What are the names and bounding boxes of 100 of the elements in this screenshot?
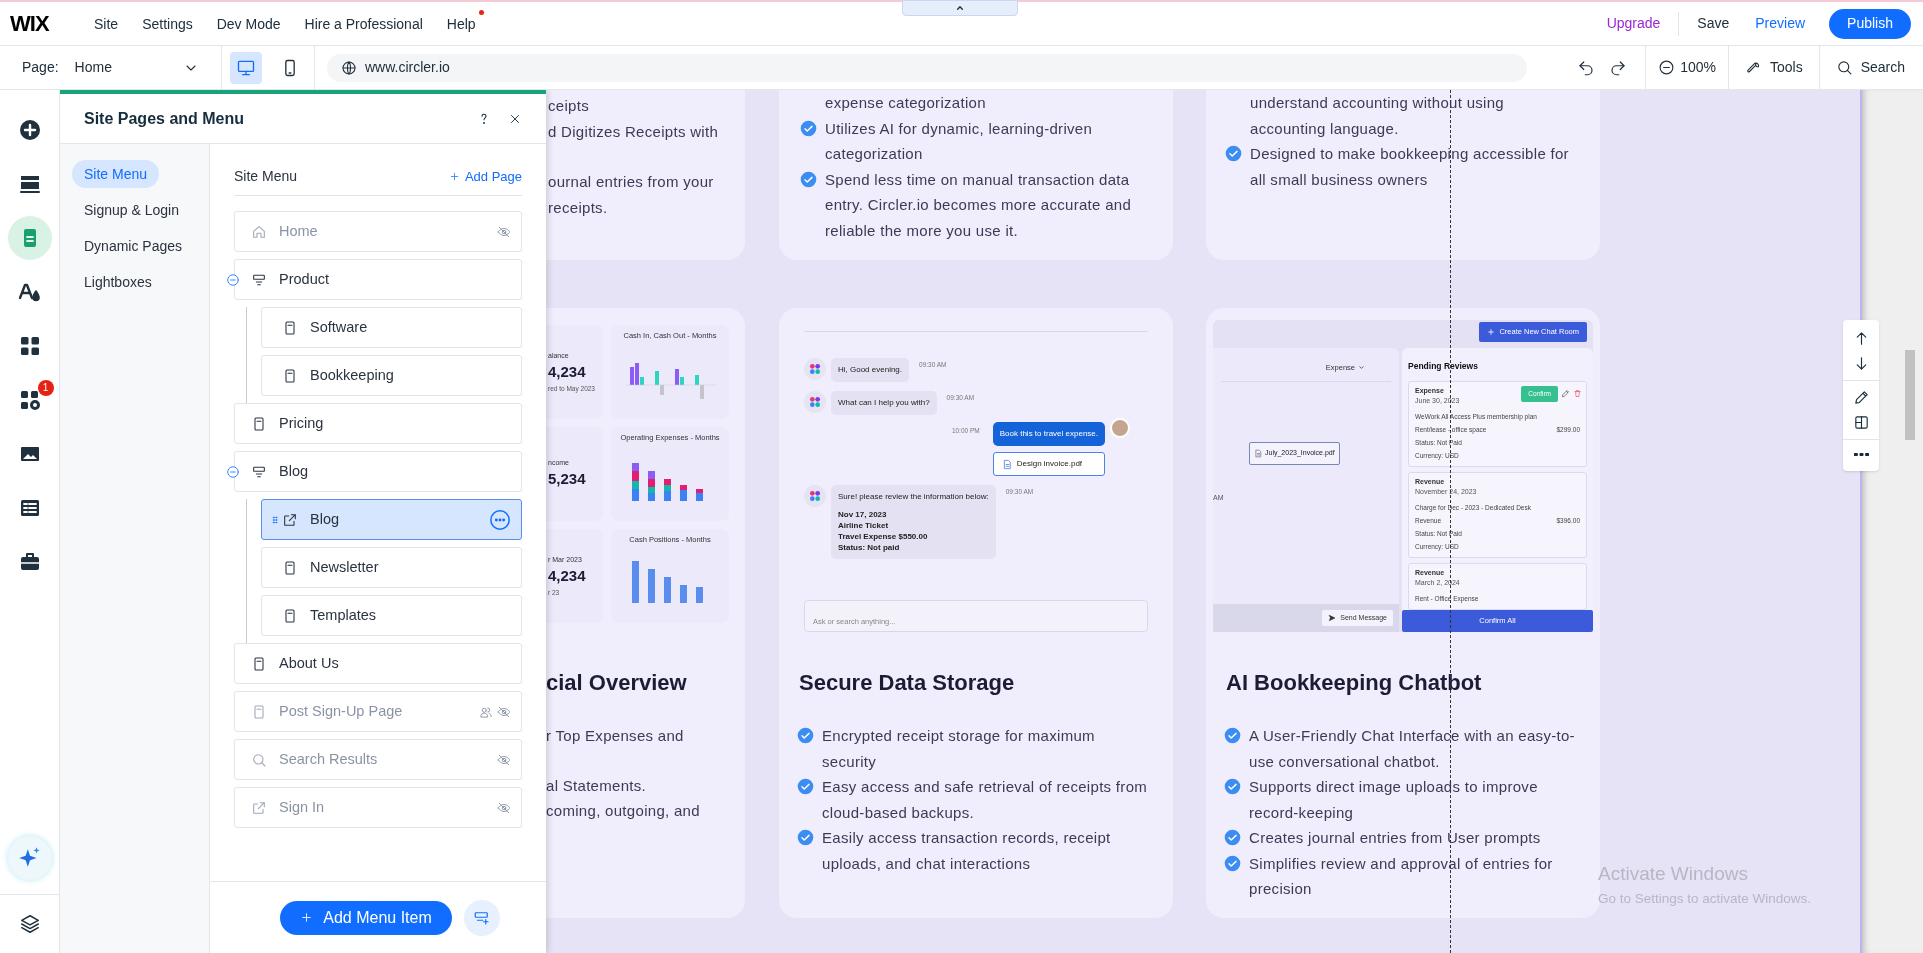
redo-button[interactable] [1609, 58, 1628, 77]
menu-item[interactable]: Help [446, 15, 476, 32]
panel-nav-item[interactable]: Lightboxes [72, 268, 164, 296]
home-icon [251, 223, 267, 240]
page-row[interactable]: Bookkeeping [261, 355, 522, 396]
feature-text: r Top Expenses and [546, 726, 685, 746]
add-page-link[interactable]: Add Page [448, 166, 522, 187]
more-icon[interactable] [489, 508, 511, 531]
feature-text: Creates journal entries from User prompts [1249, 828, 1542, 848]
page-row[interactable]: Blog [261, 499, 522, 540]
stat-value: 4,234 [548, 362, 587, 383]
search-button[interactable]: Search [1819, 46, 1923, 89]
check-icon [1224, 778, 1241, 795]
trash-icon [1573, 389, 1582, 399]
eye-off-icon [497, 752, 511, 767]
page-row[interactable]: About Us [234, 643, 522, 684]
panel-nav-item[interactable]: Signup & Login [72, 196, 191, 224]
check-icon [797, 829, 814, 846]
feature-text: al Statements. [546, 776, 648, 796]
eye-off-icon [497, 800, 511, 815]
zoom-button[interactable]: 100% [1646, 46, 1729, 89]
page-icon [282, 367, 298, 384]
pencil-icon [1852, 389, 1870, 406]
file-icon [1254, 449, 1263, 458]
check-icon [800, 119, 817, 137]
check-icon [797, 727, 814, 744]
feature-text: Spend less time on manual transaction data entry. Circler.io becomes more accurate and reliable the more you use it. [825, 169, 1133, 241]
feature-text: ournal entries from your [548, 172, 715, 192]
page-icon [282, 607, 298, 624]
page-name: Post Sign-Up Page [279, 701, 403, 721]
stat-value: 4,234 [548, 566, 587, 587]
page-row[interactable]: Blog [234, 451, 522, 492]
drag-handle-icon[interactable] [270, 513, 280, 526]
plus-icon [300, 911, 314, 924]
bot-avatar-icon [804, 358, 826, 380]
feature-text: Designed to make bookkeeping accessible for all small business owners [1250, 144, 1570, 190]
collapse-icon[interactable] [226, 273, 240, 287]
publish-button[interactable]: Publish [1829, 8, 1911, 39]
page-name: Blog [310, 509, 340, 529]
add-menu-button[interactable] [463, 899, 500, 936]
page-row[interactable]: Templates [261, 595, 522, 636]
page-icon [251, 703, 267, 720]
page-row[interactable]: Software [261, 307, 522, 348]
chat-detail: Status: Not paid [838, 542, 901, 553]
panel-nav-item[interactable]: Dynamic Pages [72, 232, 195, 260]
chat-message: What can I help you with? [838, 397, 930, 409]
chevron-down-icon [1358, 364, 1365, 372]
check-icon [797, 778, 814, 795]
layers-button[interactable] [18, 913, 41, 935]
layout-icon [1852, 414, 1870, 431]
stat-value: 5,234 [548, 469, 587, 489]
card-heading: cial Overview [546, 669, 688, 697]
zoom-out-icon [1658, 59, 1676, 76]
page-row[interactable]: Product [234, 259, 522, 300]
list-title: Site Menu [234, 167, 298, 186]
search-icon [1835, 59, 1853, 76]
check-icon [1224, 727, 1241, 744]
url-bar[interactable]: www.circler.io [327, 53, 1527, 82]
layers-icon [18, 913, 41, 935]
file-icon [1001, 458, 1013, 470]
page-name: Pricing [279, 413, 324, 433]
menu-item[interactable]: Site [94, 15, 119, 32]
chat-message: Hi, Good evening. [838, 364, 903, 376]
menu-item[interactable]: Hire a Professional [304, 15, 423, 32]
page-row[interactable]: Pricing [234, 403, 522, 444]
wix-logo[interactable]: WIX [10, 7, 72, 40]
preview-button[interactable]: Preview [1755, 13, 1806, 34]
feature-text: coming, outgoing, and [546, 801, 701, 821]
feature-text: Easily access transaction records, receipt uploads, and chat interactions [822, 828, 1112, 874]
upgrade-link[interactable]: Upgrade [1606, 13, 1661, 34]
desktop-view-button[interactable] [230, 51, 262, 84]
sidebar-tool[interactable]: 1 [7, 378, 52, 422]
plus-icon [1487, 328, 1496, 336]
save-button[interactable]: Save [1697, 13, 1730, 34]
page-name: Search Results [279, 749, 378, 769]
ai-assistant-button[interactable] [7, 836, 52, 880]
feature-text: d Digitizes Receipts with [548, 121, 720, 142]
page-selector[interactable]: Page: Home [0, 46, 222, 89]
tools-button[interactable]: Tools [1728, 46, 1820, 89]
page-name: Templates [310, 605, 377, 625]
menu-item[interactable]: Dev Mode [216, 15, 281, 32]
menu-item[interactable]: Settings [142, 15, 193, 32]
scrollbar-thumb[interactable] [1905, 350, 1915, 440]
page-name: Newsletter [310, 557, 379, 577]
chat-bubble: Book this to travel expense. [992, 422, 1105, 446]
search-icon [251, 751, 267, 768]
chat-message: Sure! please review the information below: [838, 491, 989, 503]
panel-title: Site Pages and Menu [84, 108, 245, 129]
bot-avatar-icon [804, 391, 826, 413]
undo-button[interactable] [1577, 58, 1596, 77]
panel-nav-item[interactable]: Site Menu [72, 160, 160, 188]
card-heading: AI Bookkeeping Chatbot [1225, 669, 1483, 697]
eye-off-icon [497, 224, 511, 239]
page-row[interactable]: Newsletter [261, 547, 522, 588]
redo-icon [1609, 58, 1628, 77]
add-menu-item-button[interactable]: Add Menu Item [280, 900, 452, 935]
feature-text: Simplifies review and approval of entries for precision [1249, 853, 1554, 899]
page-name: Sign In [279, 797, 325, 817]
collapse-icon[interactable] [226, 465, 240, 479]
globe-icon [341, 59, 357, 76]
